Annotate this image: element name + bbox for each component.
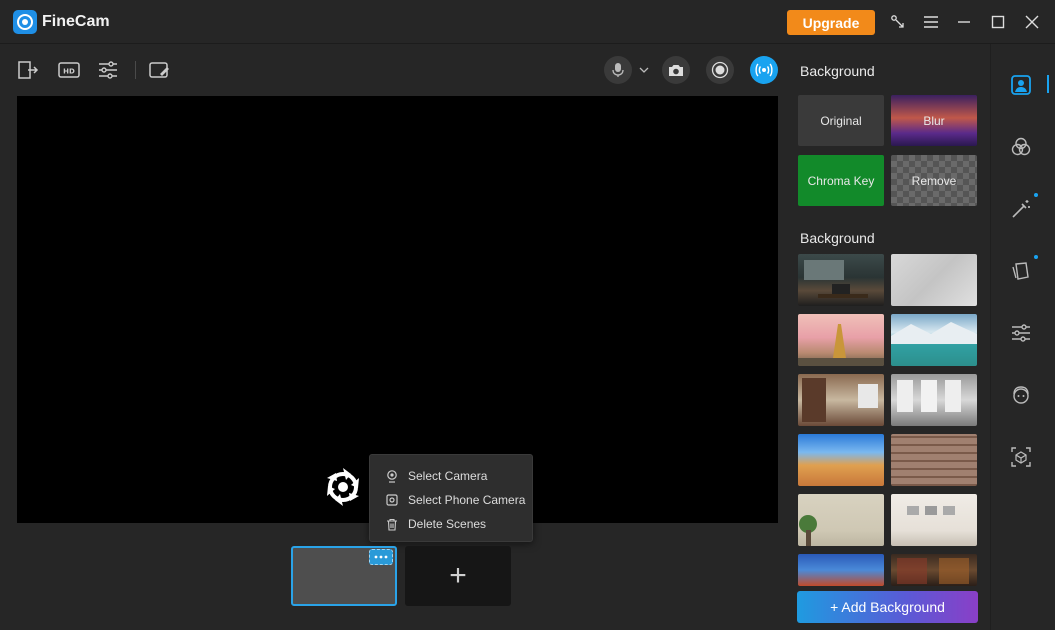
feature-rail xyxy=(990,44,1055,630)
svg-text:HD: HD xyxy=(63,68,75,76)
upgrade-button[interactable]: Upgrade xyxy=(787,10,875,35)
avatar-face-icon[interactable] xyxy=(1008,382,1034,408)
magic-wand-icon[interactable] xyxy=(1008,196,1034,222)
new-badge xyxy=(1034,193,1038,197)
background-thumbnail[interactable] xyxy=(891,434,977,486)
menu-item-delete-scenes[interactable]: Delete Scenes xyxy=(370,512,532,536)
ar-cube-icon[interactable] xyxy=(1008,444,1034,470)
bg-mode-chroma-key[interactable]: Chroma Key xyxy=(798,155,884,206)
toolbar-divider xyxy=(135,61,136,79)
background-thumbnail[interactable] xyxy=(798,554,884,586)
background-thumbnail[interactable] xyxy=(891,494,977,546)
menu-icon[interactable] xyxy=(920,11,942,33)
bg-mode-remove[interactable]: Remove xyxy=(891,155,977,206)
new-badge xyxy=(1034,255,1038,259)
adjust-icon[interactable] xyxy=(96,58,120,82)
background-thumbnail[interactable] xyxy=(891,374,977,426)
background-thumbnail[interactable] xyxy=(798,374,884,426)
menu-item-select-camera[interactable]: Select Camera xyxy=(370,464,532,488)
add-scene-button[interactable]: + xyxy=(405,546,511,606)
finecam-logo-icon xyxy=(13,10,37,34)
background-thumbnail[interactable] xyxy=(891,314,977,366)
feedback-icon[interactable] xyxy=(887,11,909,33)
add-background-button[interactable]: + Add Background xyxy=(797,591,978,623)
record-icon[interactable] xyxy=(706,56,734,84)
background-panel: Background Original Blur Chroma Key Remo… xyxy=(790,44,990,630)
filters-icon[interactable] xyxy=(1008,134,1034,160)
bg-mode-original[interactable]: Original xyxy=(798,95,884,146)
whiteboard-icon[interactable] xyxy=(147,58,171,82)
menu-item-label: Select Camera xyxy=(408,469,487,483)
background-thumbnail[interactable] xyxy=(798,254,884,306)
background-person-icon[interactable] xyxy=(1008,72,1034,98)
close-icon[interactable] xyxy=(1021,11,1043,33)
app-title: FineCam xyxy=(42,13,110,31)
panel-title: Background xyxy=(800,63,875,79)
toolbar: HD xyxy=(0,44,790,96)
hd-icon[interactable]: HD xyxy=(57,58,81,82)
background-thumbnail[interactable] xyxy=(798,434,884,486)
background-thumbnail[interactable] xyxy=(798,314,884,366)
menu-item-label: Delete Scenes xyxy=(408,517,486,531)
snapshot-camera-icon[interactable] xyxy=(662,56,690,84)
chevron-down-icon[interactable] xyxy=(632,58,656,82)
gallery-title: Background xyxy=(800,230,875,246)
maximize-icon[interactable] xyxy=(987,11,1009,33)
adjustments-icon[interactable] xyxy=(1008,320,1034,346)
live-broadcast-icon[interactable] xyxy=(750,56,778,84)
background-thumbnail[interactable] xyxy=(891,254,977,306)
trash-icon xyxy=(385,517,399,531)
finecam-aperture-icon xyxy=(322,466,364,508)
title-bar: FineCam Upgrade xyxy=(0,0,1055,44)
minimize-icon[interactable] xyxy=(953,11,975,33)
menu-item-select-phone-camera[interactable]: Select Phone Camera xyxy=(370,488,532,512)
more-options-icon[interactable] xyxy=(369,549,393,565)
menu-item-label: Select Phone Camera xyxy=(408,493,525,507)
phone-camera-icon xyxy=(385,493,399,507)
exit-icon[interactable] xyxy=(16,58,40,82)
microphone-icon[interactable] xyxy=(604,56,632,84)
camera-pin-icon xyxy=(385,469,399,483)
scene-context-menu: Select Camera Select Phone Camera Delete… xyxy=(369,454,533,542)
active-indicator xyxy=(1047,75,1049,93)
background-thumbnail[interactable] xyxy=(891,554,977,586)
bg-mode-blur[interactable]: Blur xyxy=(891,95,977,146)
stickers-icon[interactable] xyxy=(1008,258,1034,284)
background-thumbnail[interactable] xyxy=(798,494,884,546)
